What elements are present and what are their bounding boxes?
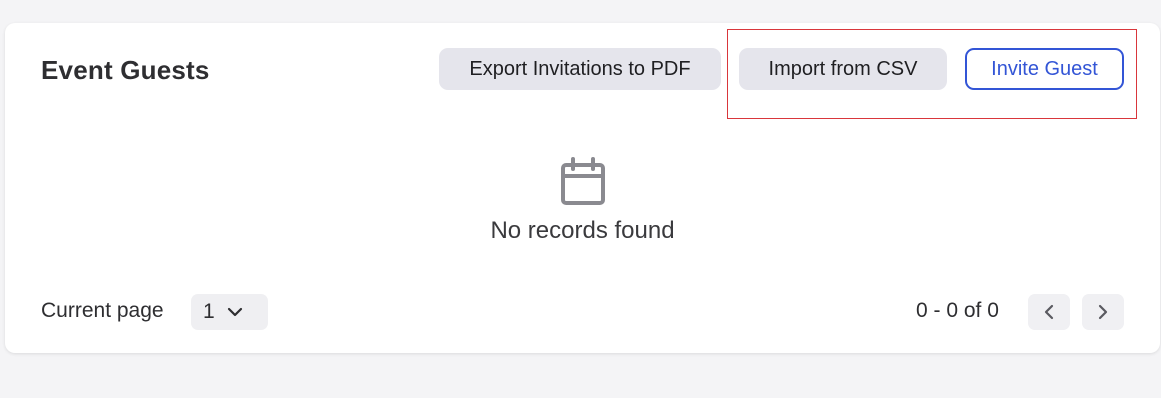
chevron-left-icon (1044, 304, 1054, 320)
empty-state-message: No records found (490, 217, 675, 244)
chevron-down-icon (227, 307, 243, 317)
calendar-icon (560, 157, 605, 205)
guests-card: Event Guests Export Invitations to PDF I… (5, 23, 1160, 353)
chevron-right-icon (1098, 304, 1108, 320)
page-title: Event Guests (41, 55, 210, 85)
next-page-button[interactable] (1082, 294, 1124, 330)
pagination-range: 0 - 0 of 0 (916, 299, 999, 322)
current-page-value: 1 (203, 300, 215, 323)
invite-guest-button[interactable]: Invite Guest (965, 48, 1124, 90)
previous-page-button[interactable] (1028, 294, 1070, 330)
export-pdf-button[interactable]: Export Invitations to PDF (439, 48, 721, 90)
current-page-label: Current page (41, 299, 164, 322)
empty-state: No records found (5, 157, 1160, 245)
import-csv-button[interactable]: Import from CSV (739, 48, 947, 90)
current-page-select[interactable]: 1 (191, 294, 268, 330)
